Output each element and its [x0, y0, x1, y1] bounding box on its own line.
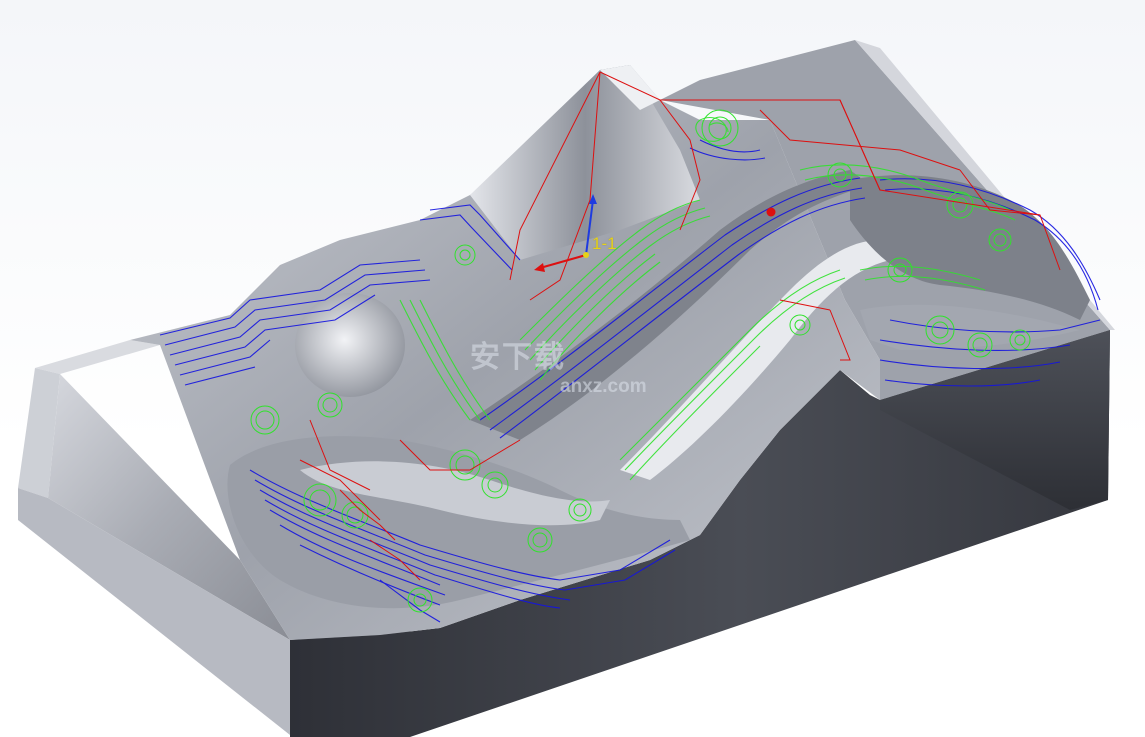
machined-part-model[interactable] — [0, 0, 1145, 737]
tool-position-marker — [766, 207, 776, 217]
coordinate-system-label: 1-1 — [592, 234, 617, 253]
watermark-subtext: anxz.com — [560, 376, 647, 397]
cad-graphics-viewport[interactable]: 1-1 安下载 anxz.com — [0, 0, 1145, 737]
watermark-text: 安下载 — [470, 341, 566, 374]
